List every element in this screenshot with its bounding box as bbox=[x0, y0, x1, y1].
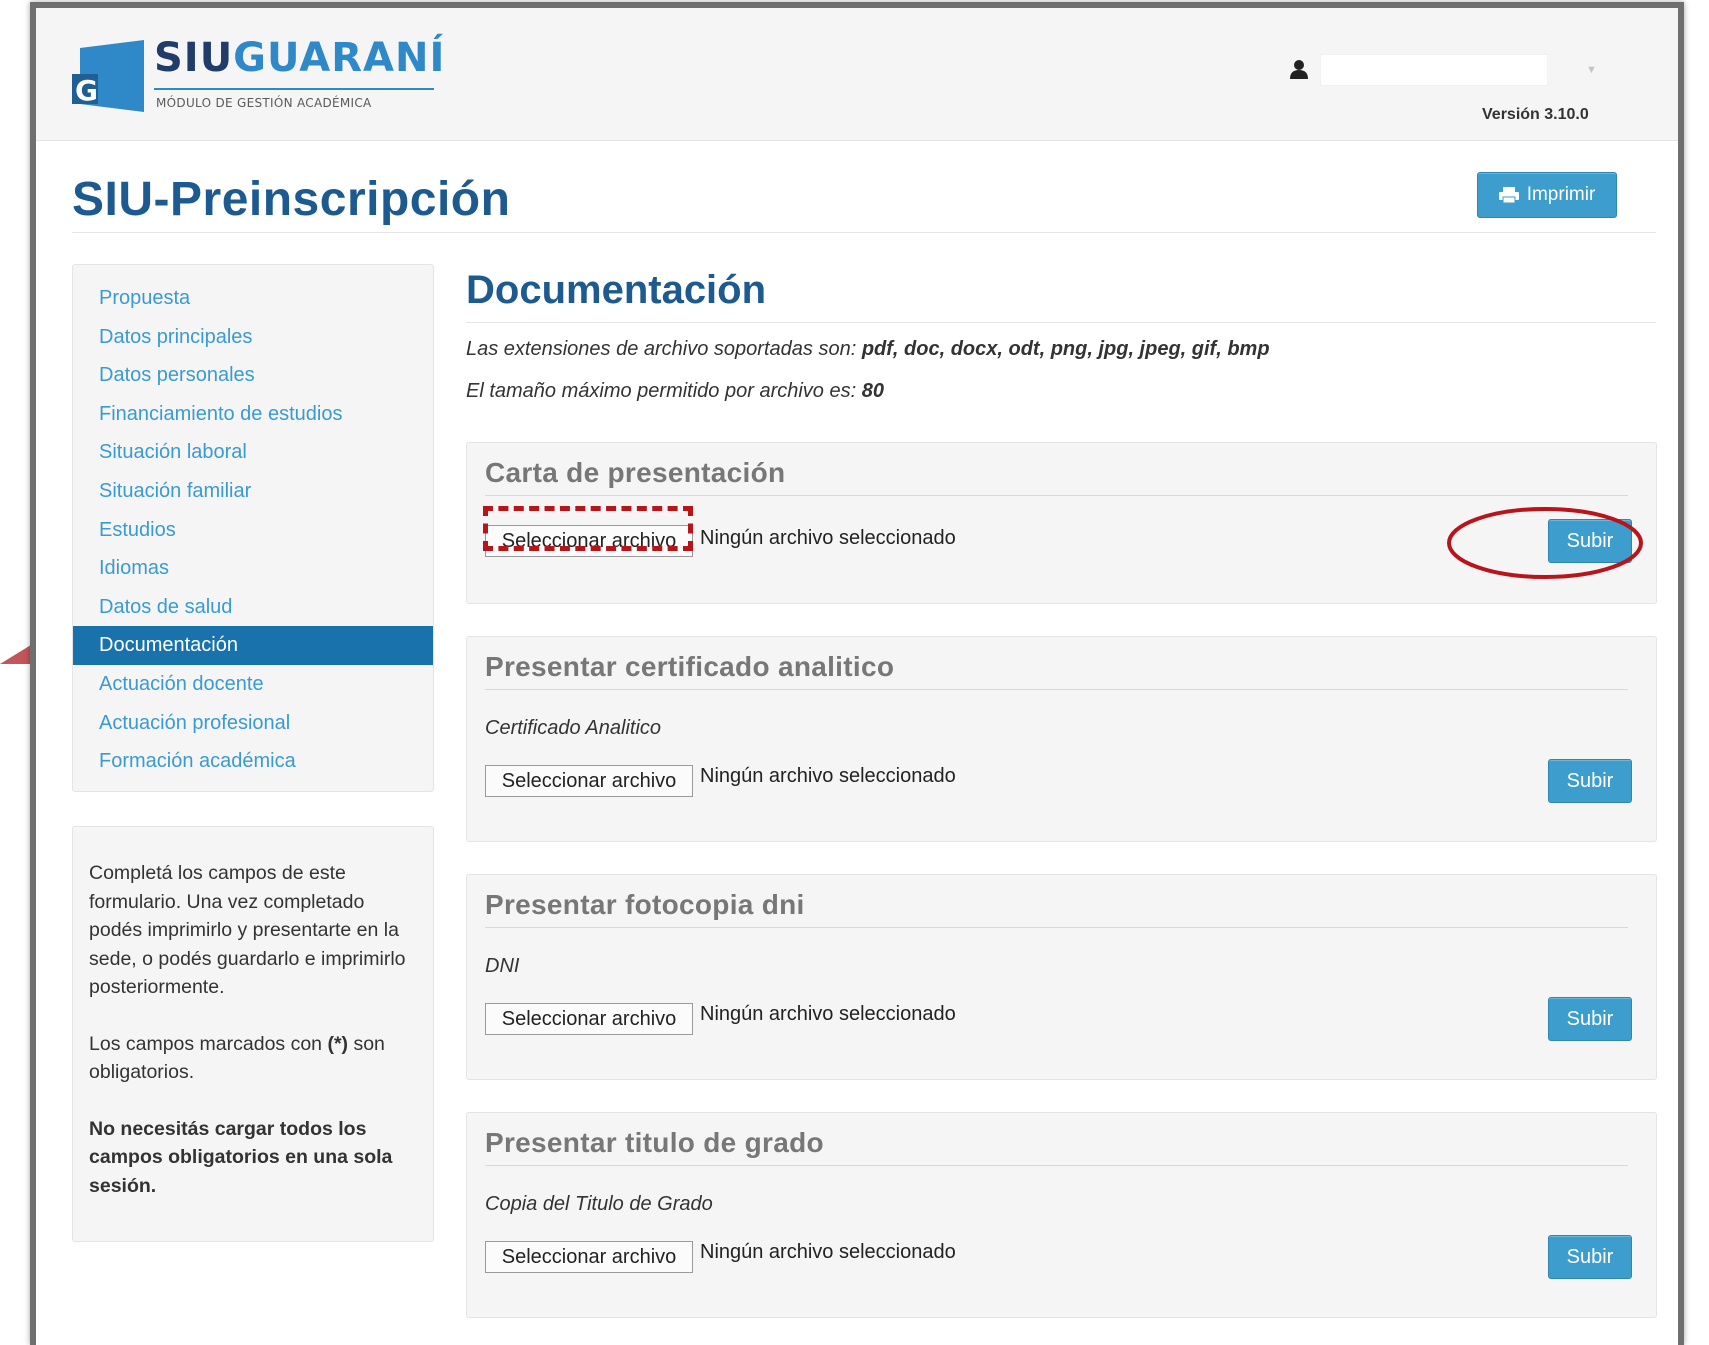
sidebar-item-financiamiento[interactable]: Financiamiento de estudios bbox=[73, 395, 433, 434]
file-status: Ningún archivo seleccionado bbox=[700, 1241, 956, 1263]
doc-panel-certificado: Presentar certificado analitico Certific… bbox=[466, 636, 1657, 842]
logo-subtitle: MÓDULO DE GESTIÓN ACADÉMICA bbox=[156, 96, 372, 110]
select-file-button[interactable]: Seleccionar archivo bbox=[485, 765, 693, 797]
logo-title-secondary: GUARANÍ bbox=[233, 35, 446, 81]
siu-guarani-logo-icon: G bbox=[72, 40, 144, 112]
sidebar-item-idiomas[interactable]: Idiomas bbox=[73, 549, 433, 588]
browser-window: G SIUGUARANÍ MÓDULO DE GESTIÓN ACADÉMICA… bbox=[30, 2, 1684, 1345]
help-text-note: No necesitás cargar todos los campos obl… bbox=[89, 1115, 417, 1201]
doc-divider bbox=[485, 927, 1628, 928]
print-button-label: Imprimir bbox=[1526, 184, 1596, 205]
file-status: Ningún archivo seleccionado bbox=[700, 527, 956, 549]
print-button[interactable]: Imprimir bbox=[1477, 172, 1617, 218]
sidebar-item-situacion-laboral[interactable]: Situación laboral bbox=[73, 433, 433, 472]
doc-panel-titulo: Presentar titulo de grado Copia del Titu… bbox=[466, 1112, 1657, 1318]
sidebar-item-estudios[interactable]: Estudios bbox=[73, 511, 433, 550]
sidebar-item-datos-salud[interactable]: Datos de salud bbox=[73, 588, 433, 627]
extensions-value: pdf, doc, docx, odt, png, jpg, jpeg, gif… bbox=[861, 338, 1270, 360]
doc-description: Copia del Titulo de Grado bbox=[485, 1193, 713, 1215]
doc-description: DNI bbox=[485, 955, 520, 977]
top-navbar: G SIUGUARANÍ MÓDULO DE GESTIÓN ACADÉMICA… bbox=[36, 8, 1678, 141]
select-file-button[interactable]: Seleccionar archivo bbox=[485, 1003, 693, 1035]
sidebar-item-actuacion-docente[interactable]: Actuación docente bbox=[73, 665, 433, 704]
sidebar-item-datos-principales[interactable]: Datos principales bbox=[73, 318, 433, 357]
sidebar-item-documentacion[interactable]: Documentación bbox=[73, 626, 433, 665]
extensions-label: Las extensiones de archivo soportadas so… bbox=[466, 338, 862, 360]
logo-title: SIUGUARANÍ bbox=[154, 34, 445, 82]
upload-button[interactable]: Subir bbox=[1548, 759, 1632, 803]
title-divider bbox=[72, 232, 1656, 233]
maxsize-info: El tamaño máximo permitido por archivo e… bbox=[466, 380, 884, 403]
extensions-info: Las extensiones de archivo soportadas so… bbox=[466, 338, 1270, 361]
doc-title: Presentar titulo de grado bbox=[485, 1127, 824, 1158]
version-label: Versión 3.10.0 bbox=[1482, 106, 1589, 123]
highlight-dashed-box bbox=[483, 506, 693, 551]
doc-title: Carta de presentación bbox=[485, 457, 786, 488]
page-title: SIU-Preinscripción bbox=[72, 173, 511, 226]
sidebar-item-situacion-familiar[interactable]: Situación familiar bbox=[73, 472, 433, 511]
doc-description: Certificado Analitico bbox=[485, 717, 662, 739]
help-panel: Completá los campos de este formulario. … bbox=[72, 826, 434, 1242]
file-status: Ningún archivo seleccionado bbox=[700, 765, 956, 787]
maxsize-label: El tamaño máximo permitido por archivo e… bbox=[466, 380, 862, 402]
section-title: Documentación bbox=[466, 268, 767, 312]
highlight-ellipse bbox=[1447, 507, 1643, 579]
doc-title: Presentar fotocopia dni bbox=[485, 889, 805, 920]
doc-divider bbox=[485, 495, 1628, 496]
logo-underline bbox=[154, 88, 434, 90]
file-status: Ningún archivo seleccionado bbox=[700, 1003, 956, 1025]
sidebar-item-actuacion-profesional[interactable]: Actuación profesional bbox=[73, 704, 433, 743]
help-required-prefix: Los campos marcados con bbox=[89, 1032, 328, 1055]
sidebar-item-propuesta[interactable]: Propuesta bbox=[73, 279, 433, 318]
help-text-required: Los campos marcados con (*) son obligato… bbox=[89, 1030, 417, 1087]
section-divider bbox=[466, 322, 1656, 323]
user-icon bbox=[1290, 60, 1308, 79]
sidebar-item-datos-personales[interactable]: Datos personales bbox=[73, 356, 433, 395]
user-menu-dropdown[interactable] bbox=[1320, 54, 1548, 86]
logo-title-primary: SIU bbox=[154, 35, 234, 81]
select-file-button[interactable]: Seleccionar archivo bbox=[485, 1241, 693, 1273]
doc-divider bbox=[485, 1165, 1628, 1166]
maxsize-value: 80 bbox=[861, 380, 884, 402]
doc-divider bbox=[485, 689, 1628, 690]
upload-button[interactable]: Subir bbox=[1548, 997, 1632, 1041]
help-required-mark: (*) bbox=[327, 1032, 349, 1055]
sidebar-item-formacion-academica[interactable]: Formación académica bbox=[73, 742, 433, 781]
sidebar-nav: Propuesta Datos principales Datos person… bbox=[72, 264, 434, 792]
svg-text:G: G bbox=[75, 74, 98, 107]
doc-title: Presentar certificado analitico bbox=[485, 651, 895, 682]
help-note-bold: No necesitás cargar todos los campos obl… bbox=[89, 1117, 393, 1197]
upload-button[interactable]: Subir bbox=[1548, 1235, 1632, 1279]
printer-icon bbox=[1498, 187, 1519, 203]
chevron-down-icon[interactable]: ▼ bbox=[1586, 64, 1597, 76]
doc-panel-dni: Presentar fotocopia dni DNI Seleccionar … bbox=[466, 874, 1657, 1080]
help-text-intro: Completá los campos de este formulario. … bbox=[89, 862, 406, 998]
